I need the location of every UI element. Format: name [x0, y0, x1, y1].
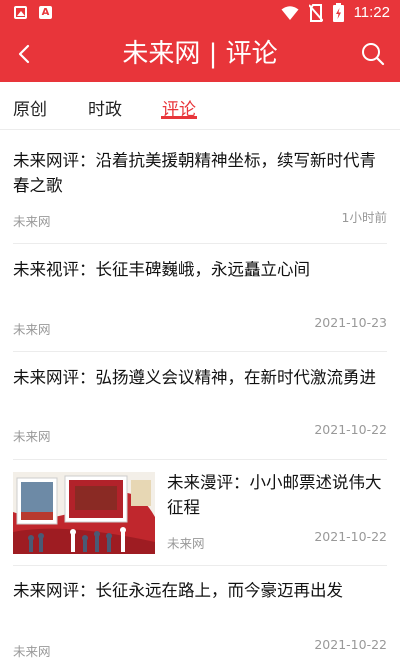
back-button[interactable]: [8, 38, 40, 70]
list-item[interactable]: 未来网评：沿着抗美援朝精神坐标，续写新时代青春之歌 未来网 1小时前: [13, 135, 387, 244]
news-source: 未来网: [13, 322, 51, 337]
a-icon: A: [39, 6, 52, 19]
news-title: 未来视评：长征丰碑巍峨，永远矗立心间: [13, 260, 310, 279]
news-source: 未来网: [13, 644, 51, 659]
search-icon: [362, 43, 385, 66]
news-title: 未来网评：长征永远在路上，而今豪迈再出发: [13, 581, 343, 600]
app-header: 未来网 | 评论: [0, 26, 400, 82]
news-time: 2021-10-22: [314, 422, 387, 437]
news-source: 未来网: [13, 214, 51, 229]
status-time: 11:22: [353, 4, 390, 21]
news-source: 未来网: [167, 536, 205, 551]
list-item[interactable]: 未来漫评：小小邮票述说伟大征程 未来网 2021-10-22: [13, 460, 387, 566]
category-tabs: 原创 时政 评论: [0, 82, 400, 130]
news-title: 未来网评：沿着抗美援朝精神坐标，续写新时代青春之歌: [13, 151, 376, 195]
search-button[interactable]: [358, 39, 388, 69]
list-item[interactable]: 未来网评：长征永远在路上，而今豪迈再出发 未来网 2021-10-22: [13, 566, 387, 660]
news-title: 未来网评：弘扬遵义会议精神，在新时代激流勇进: [13, 368, 376, 387]
page-title: 未来网 | 评论: [122, 39, 278, 69]
list-item[interactable]: 未来网评：弘扬遵义会议精神，在新时代激流勇进 未来网 2021-10-22: [13, 352, 387, 460]
news-source: 未来网: [13, 429, 51, 444]
sim-off-icon: [308, 3, 323, 22]
wifi-icon: [281, 5, 299, 20]
news-time: 2021-10-22: [314, 529, 387, 544]
news-time: 1小时前: [341, 210, 387, 225]
active-tab-indicator: [161, 116, 197, 119]
battery-icon: [332, 3, 344, 22]
stamps-collage-image: [13, 472, 155, 554]
status-bar: A 11:22: [0, 0, 400, 26]
tab-politics[interactable]: 时政: [88, 95, 122, 120]
news-time: 2021-10-23: [314, 315, 387, 330]
image-icon: [14, 6, 27, 19]
news-title: 未来漫评：小小邮票述说伟大征程: [167, 473, 382, 517]
news-time: 2021-10-22: [314, 637, 387, 652]
list-item[interactable]: 未来视评：长征丰碑巍峨，永远矗立心间 未来网 2021-10-23: [13, 244, 387, 352]
chevron-left-icon: [18, 44, 30, 64]
tab-original[interactable]: 原创: [13, 95, 47, 120]
news-thumbnail: [13, 472, 155, 554]
